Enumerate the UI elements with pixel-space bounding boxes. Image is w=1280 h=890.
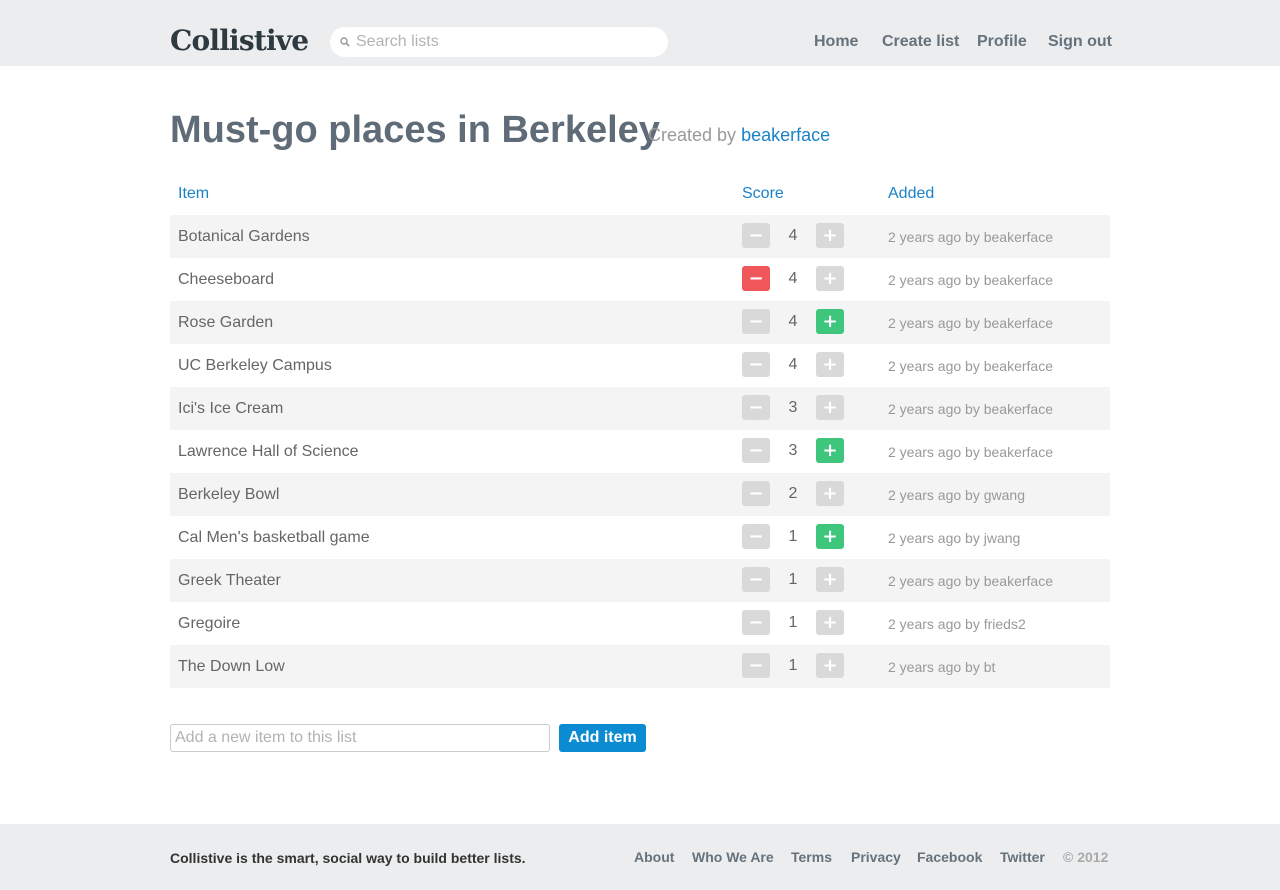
item-added-info: 2 years ago by beakerface xyxy=(888,444,1053,460)
sort-by-added[interactable]: Added xyxy=(888,185,934,203)
nav-home[interactable]: Home xyxy=(814,33,858,51)
items-table: Item Score Added Botanical Gardens − 4 +2 y… xyxy=(170,172,1110,688)
item-name: The Down Low xyxy=(178,658,285,675)
footer-link-privacy[interactable]: Privacy xyxy=(851,849,901,865)
item-score: 1 xyxy=(788,657,798,674)
nav-profile[interactable]: Profile xyxy=(977,33,1027,51)
downvote-button[interactable]: − xyxy=(742,223,770,248)
item-name: Gregoire xyxy=(178,615,241,632)
footer: Collistive is the smart, social way to b… xyxy=(0,824,1280,890)
upvote-button[interactable]: + xyxy=(816,567,844,592)
item-score: 4 xyxy=(788,313,798,330)
search-input[interactable] xyxy=(356,27,656,57)
item-added-info: 2 years ago by beakerface xyxy=(888,229,1053,245)
downvote-button[interactable]: − xyxy=(742,610,770,635)
table-row: Greek Theater − 1 +2 years ago by beakerfac… xyxy=(170,559,1110,602)
item-score: 4 xyxy=(788,356,798,373)
upvote-button[interactable]: + xyxy=(816,438,844,463)
upvote-button[interactable]: + xyxy=(816,352,844,377)
item-score: 3 xyxy=(788,399,798,416)
search-icon xyxy=(340,37,350,47)
item-name: Lawrence Hall of Science xyxy=(178,443,359,460)
downvote-button[interactable]: − xyxy=(742,395,770,420)
downvote-button[interactable]: − xyxy=(742,309,770,334)
table-row: Berkeley Bowl − 2 +2 years ago by gwang xyxy=(170,473,1110,516)
nav-sign-out[interactable]: Sign out xyxy=(1048,33,1112,51)
item-name: Berkeley Bowl xyxy=(178,486,280,503)
item-score: 1 xyxy=(788,528,798,545)
downvote-button[interactable]: − xyxy=(742,438,770,463)
footer-tagline: Collistive is the smart, social way to b… xyxy=(170,850,526,866)
table-row: The Down Low − 1 +2 years ago by bt xyxy=(170,645,1110,688)
copyright: © 2012 xyxy=(1063,849,1109,865)
downvote-button[interactable]: − xyxy=(742,567,770,592)
table-row: Cal Men's basketball game − 1 +2 years ago … xyxy=(170,516,1110,559)
item-added-info: 2 years ago by beakerface xyxy=(888,401,1053,417)
table-row: Botanical Gardens − 4 +2 years ago by beake… xyxy=(170,215,1110,258)
footer-link-terms[interactable]: Terms xyxy=(791,849,832,865)
sort-by-score[interactable]: Score xyxy=(742,185,784,203)
table-row: Rose Garden − 4 +2 years ago by beakerface xyxy=(170,301,1110,344)
item-name: Cheeseboard xyxy=(178,271,275,288)
footer-link-twitter[interactable]: Twitter xyxy=(1000,849,1045,865)
item-added-info: 2 years ago by beakerface xyxy=(888,315,1053,331)
list-creator-line: Created by beakerface xyxy=(648,125,830,146)
upvote-button[interactable]: + xyxy=(816,309,844,334)
item-added-info: 2 years ago by beakerface xyxy=(888,272,1053,288)
item-added-info: 2 years ago by beakerface xyxy=(888,573,1053,589)
item-name: Greek Theater xyxy=(178,572,281,589)
item-added-info: 2 years ago by frieds2 xyxy=(888,616,1026,632)
item-name: Botanical Gardens xyxy=(178,228,310,245)
upvote-button[interactable]: + xyxy=(816,653,844,678)
upvote-button[interactable]: + xyxy=(816,266,844,291)
creator-link[interactable]: beakerface xyxy=(741,125,830,145)
top-bar: Collistive Home Create list Profile Sign… xyxy=(0,0,1280,66)
downvote-button[interactable]: − xyxy=(742,266,770,291)
item-name: Ici's Ice Cream xyxy=(178,400,284,417)
table-header: Item Score Added xyxy=(170,172,1110,215)
upvote-button[interactable]: + xyxy=(816,524,844,549)
table-row: Ici's Ice Cream − 3 +2 years ago by beakerf… xyxy=(170,387,1110,430)
item-score: 4 xyxy=(788,270,798,287)
item-name: UC Berkeley Campus xyxy=(178,357,332,374)
item-name: Cal Men's basketball game xyxy=(178,529,370,546)
table-row: Gregoire − 1 +2 years ago by frieds2 xyxy=(170,602,1110,645)
downvote-button[interactable]: − xyxy=(742,352,770,377)
item-score: 1 xyxy=(788,614,798,631)
upvote-button[interactable]: + xyxy=(816,395,844,420)
footer-link-who-we-are[interactable]: Who We Are xyxy=(692,849,774,865)
downvote-button[interactable]: − xyxy=(742,524,770,549)
footer-link-facebook[interactable]: Facebook xyxy=(917,849,982,865)
item-score: 2 xyxy=(788,485,798,502)
upvote-button[interactable]: + xyxy=(816,481,844,506)
add-item-button[interactable]: Add item xyxy=(559,724,646,752)
item-name: Rose Garden xyxy=(178,314,274,331)
table-body: Botanical Gardens − 4 +2 years ago by beake… xyxy=(170,215,1110,688)
logo[interactable]: Collistive xyxy=(170,24,309,58)
downvote-button[interactable]: − xyxy=(742,481,770,506)
item-added-info: 2 years ago by beakerface xyxy=(888,358,1053,374)
footer-link-about[interactable]: About xyxy=(634,849,674,865)
search-box[interactable] xyxy=(330,27,668,57)
item-score: 1 xyxy=(788,571,798,588)
item-score: 4 xyxy=(788,227,798,244)
downvote-button[interactable]: − xyxy=(742,653,770,678)
nav-create-list[interactable]: Create list xyxy=(882,33,959,51)
table-row: Cheeseboard − 4 +2 years ago by beakerface xyxy=(170,258,1110,301)
item-score: 3 xyxy=(788,442,798,459)
upvote-button[interactable]: + xyxy=(816,610,844,635)
page-title: Must-go places in Berkeley xyxy=(170,109,660,151)
new-item-input[interactable] xyxy=(170,724,550,752)
table-row: UC Berkeley Campus − 4 +2 years ago by beak… xyxy=(170,344,1110,387)
item-added-info: 2 years ago by gwang xyxy=(888,487,1025,503)
item-added-info: 2 years ago by jwang xyxy=(888,530,1021,546)
item-added-info: 2 years ago by bt xyxy=(888,659,996,675)
upvote-button[interactable]: + xyxy=(816,223,844,248)
table-row: Lawrence Hall of Science − 3 +2 years ago b… xyxy=(170,430,1110,473)
sort-by-item[interactable]: Item xyxy=(178,185,209,203)
created-by-label: Created by xyxy=(648,125,737,145)
